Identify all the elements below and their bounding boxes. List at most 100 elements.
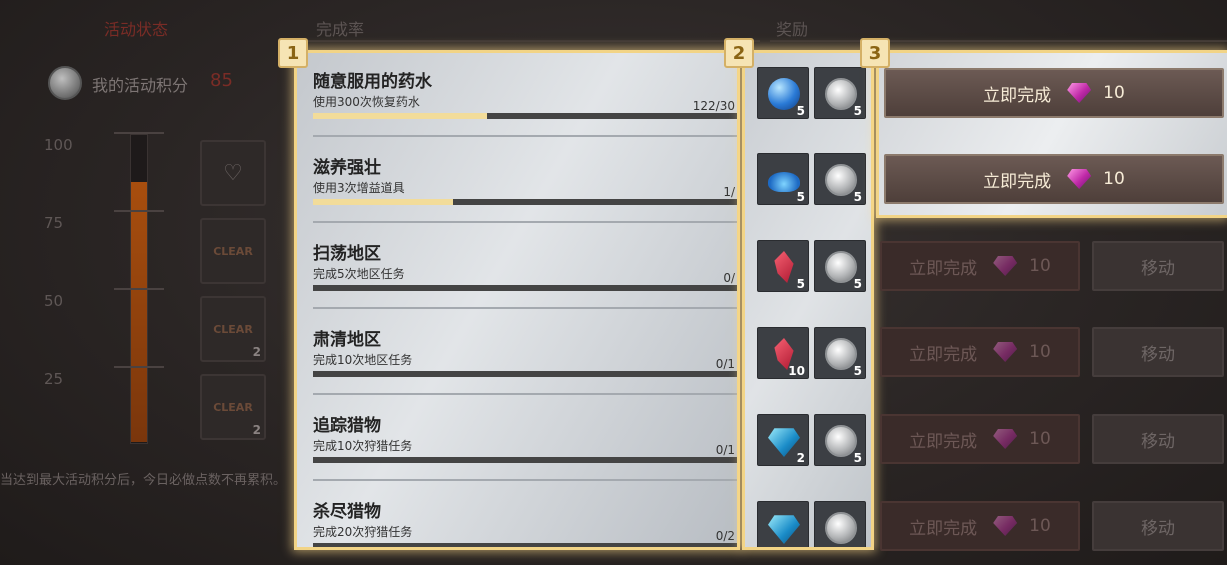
reward-item[interactable]: 5 [814,414,866,466]
reward-count: 5 [796,277,805,291]
milestone-reward-card[interactable]: CLEAR 2 [200,296,266,362]
silver-coin-icon [825,512,857,544]
bar-marker [114,288,164,290]
task-desc: 完成5次地区任务 [313,267,405,281]
instant-complete-button[interactable]: 立即完成 10 [880,241,1080,291]
diamond-cost: 10 [1103,169,1125,189]
reward-count: 5 [796,190,805,204]
task-progress-bar [313,371,737,377]
reward-item[interactable]: 5 [814,327,866,379]
task-desc: 完成10次狩猎任务 [313,439,413,453]
task-row[interactable]: 肃清地区 完成10次地区任务 0/1 [313,311,737,395]
diamond-icon [993,342,1018,362]
header-divider [770,40,1227,42]
instant-complete-label: 立即完成 [909,518,978,539]
instant-complete-label: 立即完成 [909,431,978,452]
instant-complete-button[interactable]: 立即完成 10 [884,154,1224,204]
task-title: 随意服用的药水 [313,72,432,92]
task-desc: 完成10次地区任务 [313,353,413,367]
task-progress-bar [313,457,737,463]
move-button[interactable]: 移动 [1092,327,1224,377]
reward-count: 2 [796,451,805,465]
milestone-reward-card[interactable]: CLEAR [200,218,266,284]
step-badge-3: 3 [860,38,890,68]
task-progress-fill [313,113,487,119]
scale-tick: 25 [44,370,64,388]
task-title: 滋养强壮 [313,158,381,178]
max-points-note: 当达到最大活动积分后，今日必做点数不再累积。 [0,473,287,488]
task-row[interactable]: 杀尽猎物 完成20次狩猎任务 0/2 [313,483,737,547]
silver-coin-icon [825,338,857,370]
task-progress-bar [313,113,737,119]
reward-item[interactable]: 5 [757,153,809,205]
reward-count: 5 [853,364,862,378]
diamond-icon [1067,83,1092,103]
reward-item[interactable] [757,501,809,547]
task-row[interactable]: 随意服用的药水 使用300次恢复药水 122/30 [313,53,737,137]
diamond-icon [993,256,1018,276]
bar-marker [114,210,164,212]
task-progress-text: 0/2 [715,529,735,543]
header-divider [300,40,760,42]
task-progress-fill [313,199,453,205]
silver-coin-icon [825,164,857,196]
reward-item[interactable]: 10 [757,327,809,379]
reward-count: 10 [788,364,805,378]
instant-complete-button[interactable]: 立即完成 10 [880,327,1080,377]
blue-crystal-dust-icon [768,172,800,192]
bar-marker [114,132,164,134]
instant-complete-button[interactable]: 立即完成 10 [884,68,1224,118]
task-desc: 完成20次狩猎任务 [313,525,413,539]
reward-item[interactable] [814,501,866,547]
reward-item[interactable]: 5 [814,240,866,292]
diamond-icon [993,516,1018,536]
task-row[interactable]: 滋养强壮 使用3次增益道具 1/ [313,139,737,223]
red-crystal-icon [774,251,794,283]
move-button[interactable]: 移动 [1092,501,1224,551]
completion-rate-header: 完成率 [316,20,365,39]
task-progress-bar [313,543,737,547]
reward-item[interactable]: 5 [814,153,866,205]
instant-complete-button[interactable]: 立即完成 10 [880,501,1080,551]
instant-complete-label: 立即完成 [909,344,978,365]
task-progress-text: 0/1 [715,357,735,371]
reward-item[interactable]: 2 [757,414,809,466]
silver-coin-icon [825,78,857,110]
task-row[interactable]: 追踪猎物 完成10次狩猎任务 0/1 [313,397,737,481]
reward-item[interactable]: 5 [757,240,809,292]
reward-item[interactable]: 5 [757,67,809,119]
blue-gem-icon [768,515,800,544]
task-progress-text: 122/30 [692,99,735,113]
reward-count: 5 [853,277,862,291]
silver-coin-icon [825,251,857,283]
reward-item[interactable]: 5 [814,67,866,119]
activity-points-label: 我的活动积分 [92,76,189,95]
step-badge-1: 1 [278,38,308,68]
milestone-reward-card[interactable]: ♡ [200,140,266,206]
reward-count: 2 [252,423,261,437]
scale-tick: 50 [44,292,64,310]
diamond-icon [993,429,1018,449]
instant-complete-button[interactable]: 立即完成 10 [880,414,1080,464]
task-progress-text: 1/ [723,185,735,199]
task-row[interactable]: 扫荡地区 完成5次地区任务 0/ [313,225,737,309]
reward-count: 2 [252,345,261,359]
move-button[interactable]: 移动 [1092,414,1224,464]
instant-complete-label: 立即完成 [909,258,978,279]
task-desc: 使用3次增益道具 [313,181,405,195]
activity-points-value: 85 [210,70,233,91]
diamond-cost: 10 [1029,256,1051,276]
potion-orb-icon [768,78,800,110]
task-list: 随意服用的药水 使用300次恢复药水 122/30 滋养强壮 使用3次增益道具 … [294,50,740,550]
scale-tick: 75 [44,214,64,232]
bar-marker [114,366,164,368]
task-title: 追踪猎物 [313,416,381,436]
milestone-reward-card[interactable]: CLEAR 2 [200,374,266,440]
activity-status-header: 活动状态 [104,20,169,39]
reward-count: 5 [796,104,805,118]
diamond-cost: 10 [1029,342,1051,362]
task-desc: 使用300次恢复药水 [313,95,420,109]
task-progress-bar [313,199,737,205]
diamond-icon [1067,169,1092,189]
move-button[interactable]: 移动 [1092,241,1224,291]
